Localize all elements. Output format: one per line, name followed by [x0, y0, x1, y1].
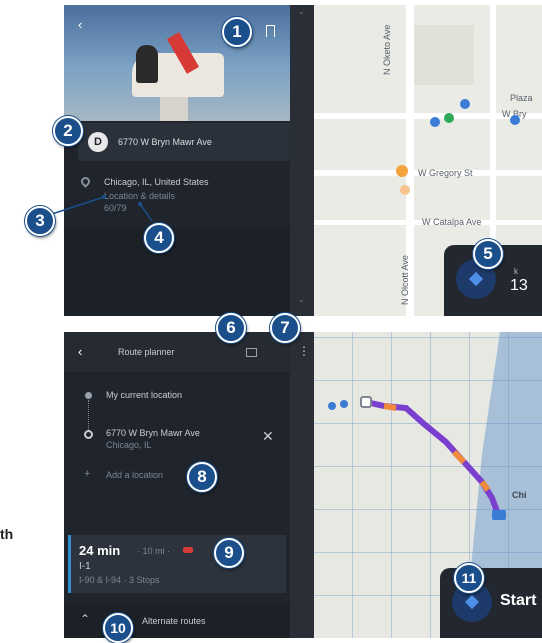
callout-1: 1	[222, 17, 252, 47]
callout-9: 9	[214, 538, 244, 568]
callout-4: 4	[144, 223, 174, 253]
callout-8: 8	[187, 462, 217, 492]
callout-3: 3	[25, 206, 55, 236]
callout-5: 5	[473, 239, 503, 269]
callout-6: 6	[216, 313, 246, 343]
callout-11: 11	[454, 563, 484, 593]
callout-10: 10	[103, 613, 133, 643]
callout-7: 7	[270, 313, 300, 343]
callout-2: 2	[53, 116, 83, 146]
